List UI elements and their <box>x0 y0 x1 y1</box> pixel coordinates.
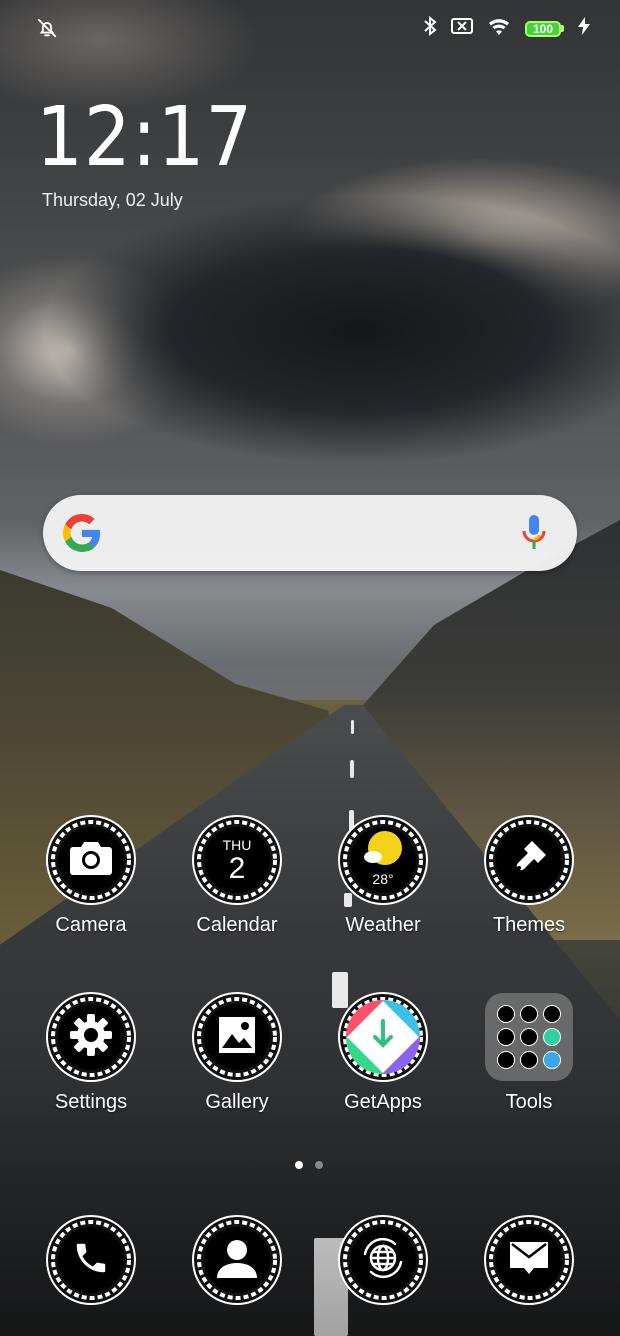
calendar-day-number: 2 <box>228 852 246 885</box>
no-sim-icon <box>451 17 473 40</box>
battery-indicator: 100 <box>525 20 564 37</box>
icon-ring <box>191 1214 283 1306</box>
app-getapps[interactable]: GetApps <box>310 991 456 1114</box>
paintbrush-icon <box>510 839 548 882</box>
browser-icon <box>361 1236 405 1285</box>
icon-ring <box>45 814 137 906</box>
calendar-day-abbr: THU <box>222 837 252 853</box>
clock-date[interactable]: Thursday, 02 July <box>42 190 183 211</box>
app-label: Calendar <box>196 914 278 936</box>
icon-ring <box>483 1214 575 1306</box>
getapps-icon <box>345 999 421 1080</box>
app-label: GetApps <box>344 1091 422 1113</box>
page-dot-active <box>295 1161 303 1169</box>
dock-contacts[interactable] <box>164 1214 310 1306</box>
icon-ring <box>337 1214 429 1306</box>
google-g-icon <box>62 514 101 557</box>
app-weather[interactable]: 28° Weather <box>310 814 456 937</box>
app-settings[interactable]: Settings <box>18 991 164 1114</box>
app-tools-folder[interactable]: Tools <box>456 991 602 1114</box>
battery-level: 100 <box>525 20 561 37</box>
icon-ring: THU 2 <box>191 814 283 906</box>
alarm-off-icon <box>36 17 58 44</box>
icon-ring <box>191 991 283 1083</box>
status-bar: 100 <box>0 0 620 56</box>
icon-ring <box>483 814 575 906</box>
weather-temperature: 28° <box>372 870 394 887</box>
icon-ring <box>45 1214 137 1306</box>
weather-sun-icon <box>361 830 405 875</box>
gear-icon <box>69 1013 113 1062</box>
mic-icon[interactable] <box>521 515 547 556</box>
dock-browser[interactable] <box>310 1214 456 1306</box>
app-label: Themes <box>492 914 566 936</box>
app-label: Settings <box>54 1091 128 1113</box>
dock-phone[interactable] <box>18 1214 164 1306</box>
contacts-icon <box>216 1238 258 1283</box>
app-label: Weather <box>345 914 421 936</box>
bluetooth-icon <box>423 15 437 41</box>
calendar-icon: THU 2 <box>204 827 270 893</box>
app-label: Tools <box>505 1091 553 1113</box>
camera-icon <box>70 840 112 881</box>
page-dot <box>315 1161 323 1169</box>
wifi-icon <box>487 17 511 40</box>
picture-icon <box>218 1016 256 1059</box>
app-label: Camera <box>55 914 127 936</box>
app-themes[interactable]: Themes <box>456 814 602 937</box>
dock-messages[interactable] <box>456 1214 602 1306</box>
icon-ring <box>337 991 429 1083</box>
app-camera[interactable]: Camera <box>18 814 164 937</box>
icon-ring: 28° <box>337 814 429 906</box>
page-indicator <box>295 1161 323 1169</box>
phone-icon <box>72 1239 110 1282</box>
google-search-bar[interactable] <box>43 495 577 571</box>
app-calendar[interactable]: THU 2 Calendar <box>164 814 310 937</box>
icon-ring <box>45 991 137 1083</box>
messages-icon <box>508 1240 550 1281</box>
app-label: Gallery <box>205 1091 269 1113</box>
clock-time[interactable]: 12:17 <box>36 90 253 185</box>
folder-icon <box>485 993 573 1081</box>
lightning-icon <box>578 17 590 40</box>
app-gallery[interactable]: Gallery <box>164 991 310 1114</box>
